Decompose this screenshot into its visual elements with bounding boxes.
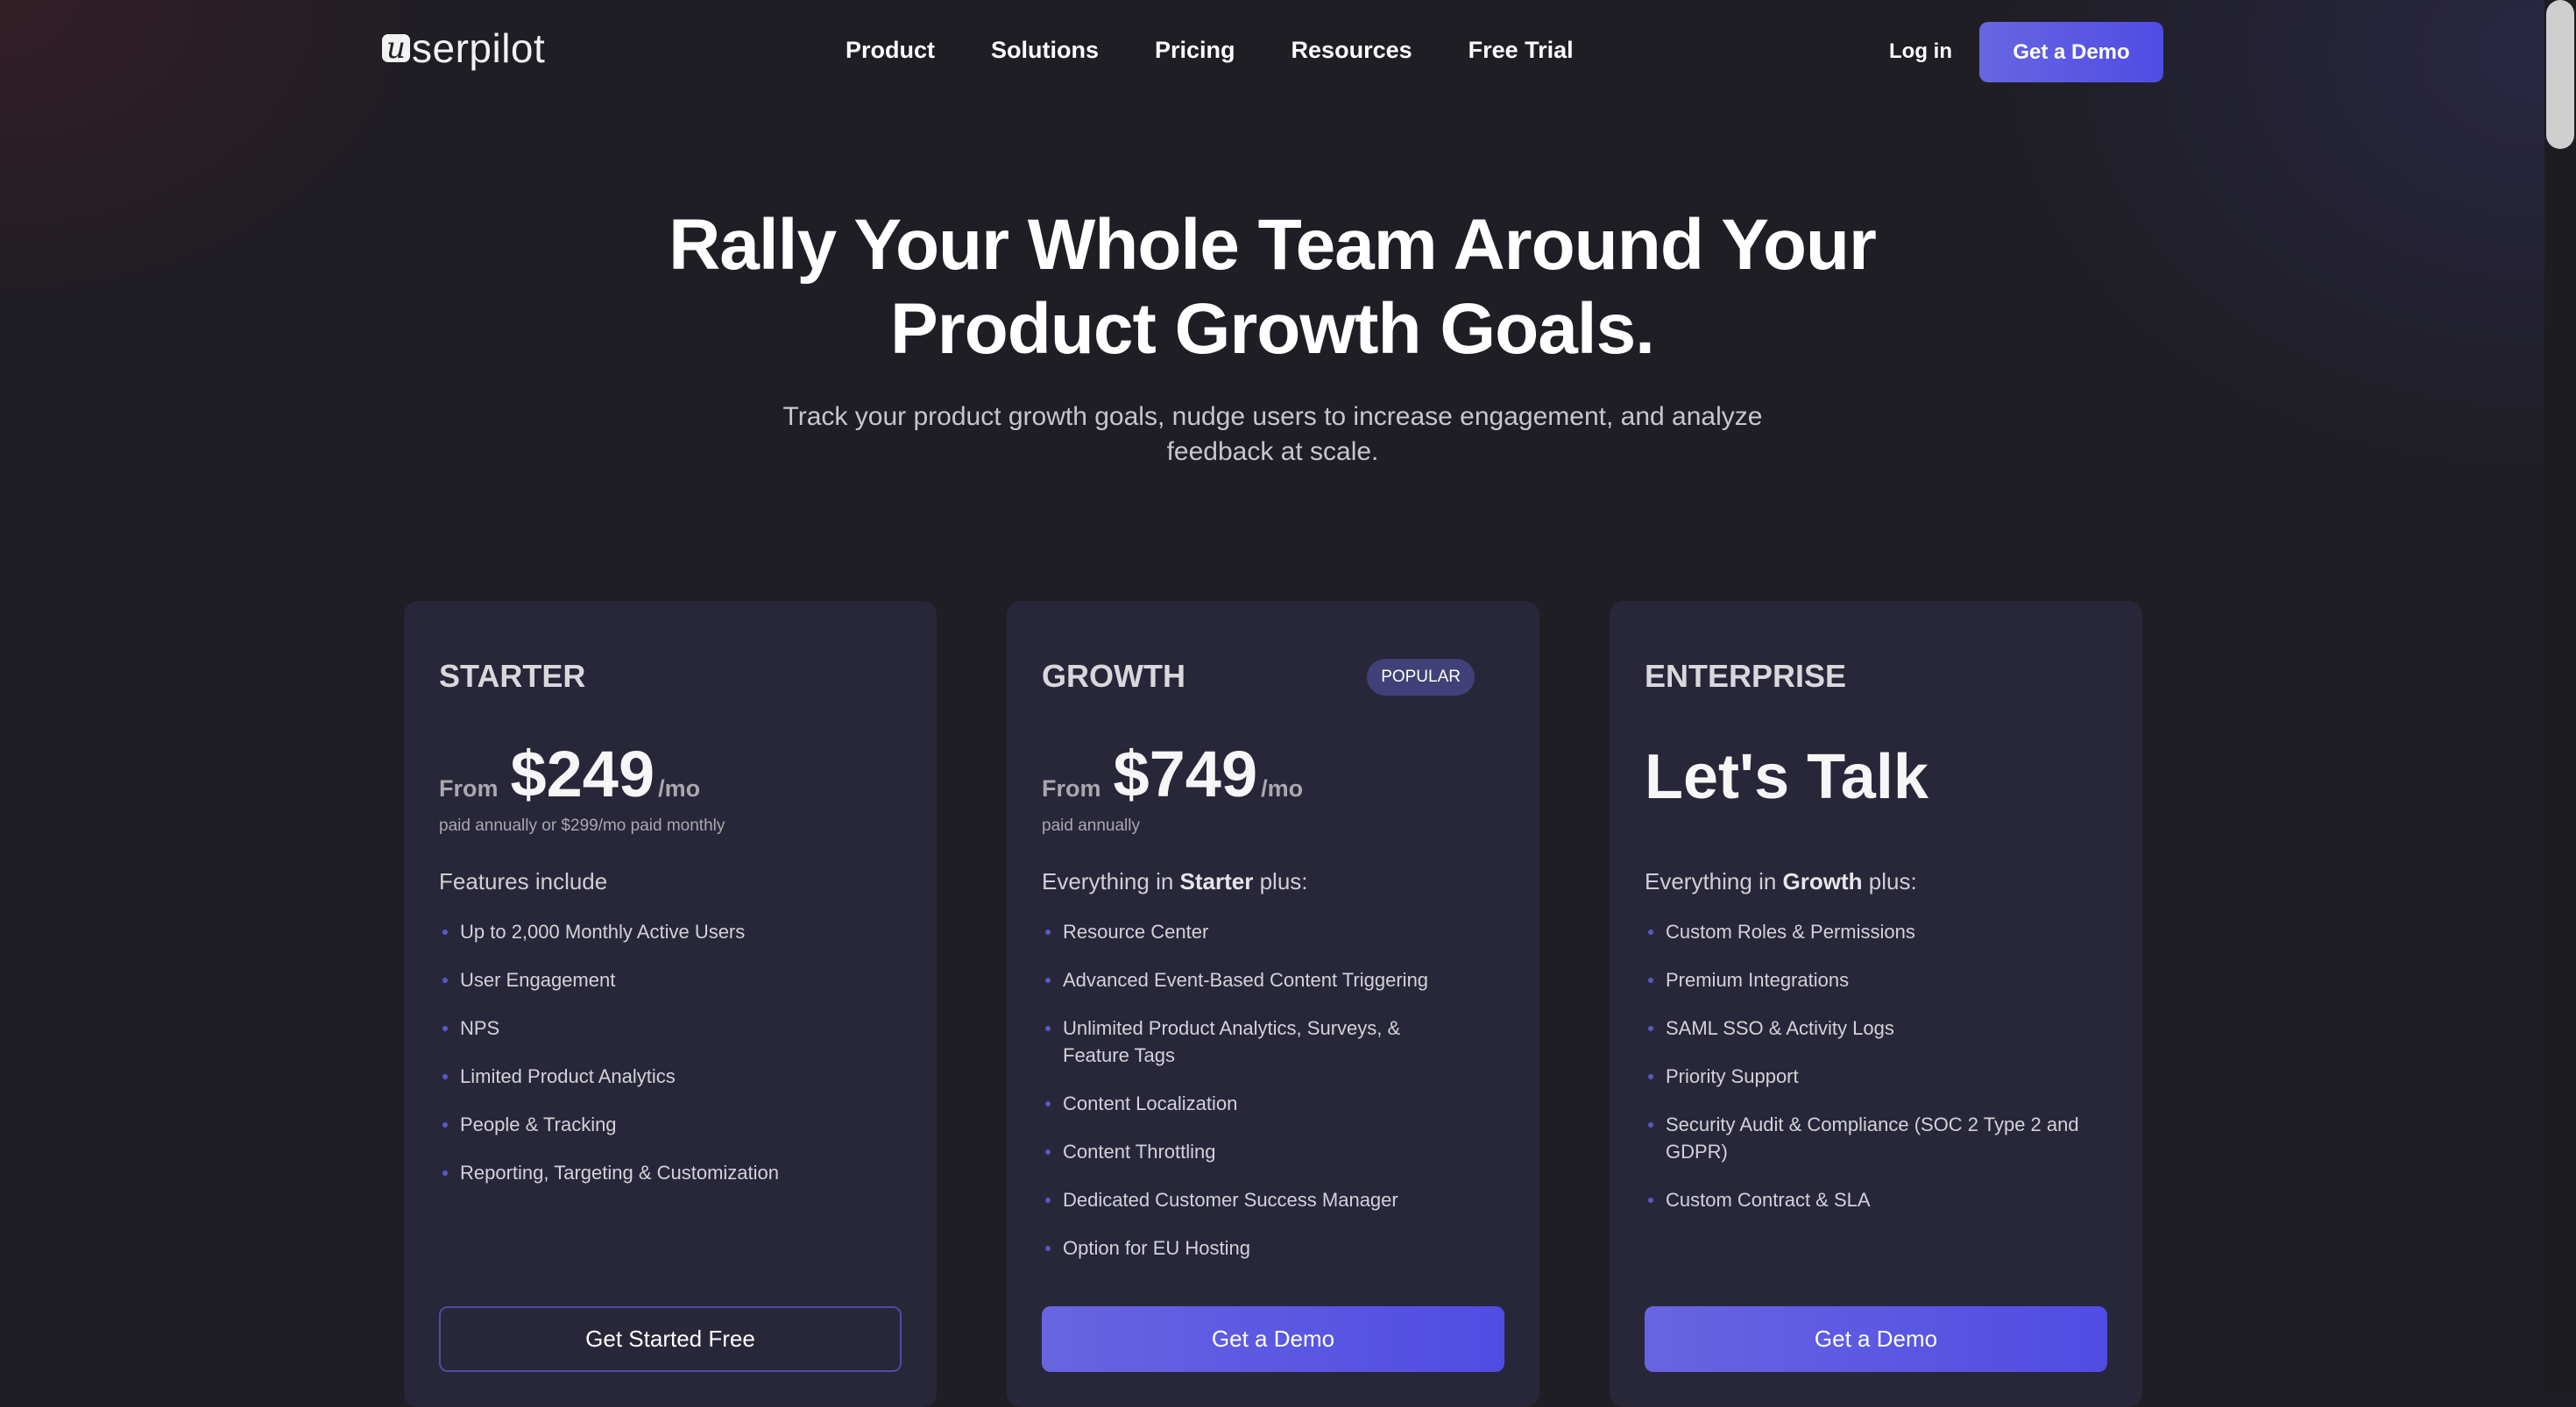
nav-solutions[interactable]: Solutions <box>991 37 1099 64</box>
feature-item: Dedicated Customer Success Manager <box>1042 1186 1504 1213</box>
price-prefix: From <box>1042 775 1101 802</box>
feature-item: Custom Contract & SLA <box>1645 1186 2107 1213</box>
feature-item: User Engagement <box>439 966 902 993</box>
feature-item: Reporting, Targeting & Customization <box>439 1159 902 1186</box>
features-intro-plan: Growth <box>1782 868 1863 894</box>
features-intro: Everything in Growth plus: <box>1645 868 1917 895</box>
feature-item: Option for EU Hosting <box>1042 1234 1504 1262</box>
feature-item: NPS <box>439 1015 902 1042</box>
feature-item: Unlimited Product Analytics, Surveys, & … <box>1042 1015 1504 1069</box>
price-suffix: /mo <box>1261 775 1304 802</box>
hero-title-line1: Rally Your Whole Team Around Your <box>669 205 1877 285</box>
feature-item: People & Tracking <box>439 1111 902 1138</box>
features-intro: Features include <box>439 868 608 894</box>
feature-item: Content Localization <box>1042 1090 1504 1117</box>
features-intro-plan: Starter <box>1179 868 1254 894</box>
price-amount: $249 <box>510 738 655 810</box>
price-row: From $249 /mo <box>439 737 700 811</box>
plan-card-growth: GROWTH POPULAR From $749 /mo paid annual… <box>1007 601 1539 1407</box>
hero-title-line2: Product Growth Goals. <box>890 289 1655 369</box>
features-intro-text: Everything in <box>1645 868 1783 894</box>
feature-item: Custom Roles & Permissions <box>1645 918 2107 945</box>
price-row: From $749 /mo <box>1042 737 1303 811</box>
features-intro-text: plus: <box>1253 868 1308 894</box>
feature-item: Security Audit & Compliance (SOC 2 Type … <box>1645 1111 2107 1165</box>
plan-name: GROWTH <box>1042 658 1185 694</box>
growth-get-demo-button[interactable]: Get a Demo <box>1042 1306 1504 1372</box>
scrollbar-track[interactable] <box>2544 0 2576 1393</box>
hero-subtitle: Track your product growth goals, nudge u… <box>782 402 1763 466</box>
price-prefix: From <box>439 775 499 802</box>
feature-item: Resource Center <box>1042 918 1504 945</box>
feature-item: Premium Integrations <box>1645 966 2107 993</box>
feature-item: SAML SSO & Activity Logs <box>1645 1015 2107 1042</box>
feature-item: Up to 2,000 Monthly Active Users <box>439 918 902 945</box>
get-started-free-button[interactable]: Get Started Free <box>439 1306 902 1372</box>
nav-resources[interactable]: Resources <box>1292 37 1412 64</box>
hero-title: Rally Your Whole Team Around Your Produc… <box>0 203 2544 371</box>
price-amount: $749 <box>1113 738 1258 810</box>
plan-name: ENTERPRISE <box>1645 658 1847 694</box>
site-header: u serpilot Product Solutions Pricing Res… <box>0 0 2544 105</box>
features-intro-text: plus: <box>1862 868 1917 894</box>
features-intro: Everything in Starter plus: <box>1042 868 1308 895</box>
enterprise-get-demo-button[interactable]: Get a Demo <box>1645 1306 2107 1372</box>
plan-name: STARTER <box>439 658 586 694</box>
logo-text: serpilot <box>412 25 546 71</box>
nav-pricing[interactable]: Pricing <box>1155 37 1235 64</box>
main-nav: Product Solutions Pricing Resources Free… <box>846 37 1574 64</box>
userpilot-logo[interactable]: u serpilot <box>382 25 545 72</box>
feature-item: Priority Support <box>1645 1063 2107 1090</box>
lets-talk-headline: Let's Talk <box>1645 742 1928 812</box>
feature-list: Up to 2,000 Monthly Active Users User En… <box>439 918 902 1207</box>
popular-badge: POPULAR <box>1367 659 1475 696</box>
feature-item: Advanced Event-Based Content Triggering <box>1042 966 1504 993</box>
feature-item: Content Throttling <box>1042 1138 1504 1165</box>
plan-card-enterprise: ENTERPRISE Let's Talk Everything in Grow… <box>1610 601 2142 1407</box>
nav-product[interactable]: Product <box>846 37 935 64</box>
feature-list: Custom Roles & Permissions Premium Integ… <box>1645 918 2107 1234</box>
price-suffix: /mo <box>658 775 701 802</box>
features-intro-text: Everything in <box>1042 868 1180 894</box>
scrollbar-thumb[interactable] <box>2546 0 2574 149</box>
login-link[interactable]: Log in <box>1889 39 1952 64</box>
logo-mark-icon: u <box>382 33 410 63</box>
feature-list: Resource Center Advanced Event-Based Con… <box>1042 918 1504 1283</box>
plan-card-starter: STARTER From $249 /mo paid annually or $… <box>404 601 937 1407</box>
feature-item: Limited Product Analytics <box>439 1063 902 1090</box>
nav-free-trial[interactable]: Free Trial <box>1468 37 1574 64</box>
price-note: paid annually <box>1042 817 1140 835</box>
header-get-demo-button[interactable]: Get a Demo <box>1979 22 2163 82</box>
price-note: paid annually or $299/mo paid monthly <box>439 817 725 835</box>
